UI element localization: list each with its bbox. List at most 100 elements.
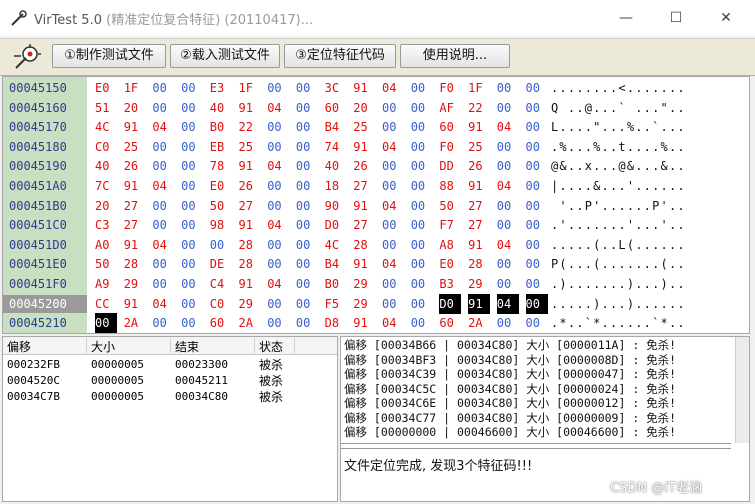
hex-byte[interactable]: 2A — [124, 313, 146, 333]
hex-byte[interactable]: 00 — [526, 274, 548, 294]
hex-byte[interactable]: 25 — [239, 137, 261, 157]
hex-byte[interactable]: 00 — [181, 254, 203, 274]
results-row[interactable]: 00034C7B 00000005 00034C80 被杀 — [3, 389, 337, 405]
column-header-end[interactable]: 结束 — [171, 338, 255, 354]
hex-byte[interactable]: 60 — [439, 117, 461, 137]
hex-byte[interactable]: 00 — [526, 235, 548, 255]
hex-byte[interactable]: 04 — [382, 313, 404, 333]
hex-byte[interactable]: 04 — [382, 196, 404, 216]
hex-byte[interactable]: 00 — [181, 176, 203, 196]
hex-byte[interactable]: 91 — [124, 176, 146, 196]
hex-byte[interactable]: F0 — [439, 137, 461, 157]
hex-byte[interactable]: 3C — [325, 78, 347, 98]
hex-row[interactable]: 000451B0 20 27 00 00 50 27 00 00 90 91 04 00 50 27 00 00… — [3, 196, 749, 216]
hex-byte[interactable]: 90 — [325, 196, 347, 216]
hex-byte[interactable]: 00 — [296, 254, 318, 274]
hex-row[interactable]: 00045210 00 2A 00 00 60 2A 00 00 D8 91 04 00 60 2A 00 00… — [3, 313, 749, 333]
hex-byte[interactable]: 04 — [152, 235, 174, 255]
locate-signature-button[interactable]: ③定位特征代码 — [284, 44, 396, 68]
hex-byte[interactable]: 00 — [181, 196, 203, 216]
hex-byte[interactable]: 04 — [497, 176, 519, 196]
hex-byte[interactable]: A9 — [95, 274, 117, 294]
hex-byte[interactable]: 00 — [526, 215, 548, 235]
hex-byte[interactable]: 00 — [497, 156, 519, 176]
hex-byte[interactable]: 00 — [411, 196, 433, 216]
hex-byte[interactable]: AF — [439, 98, 461, 118]
log-scrollbar[interactable] — [735, 337, 749, 443]
hex-byte[interactable]: 28 — [124, 254, 146, 274]
hex-row[interactable]: 000451A0 7C 91 04 00 E0 26 00 00 18 27 00 00 88 91 04 00… — [3, 176, 749, 196]
hex-byte[interactable]: E0 — [95, 78, 117, 98]
hex-byte[interactable]: 00 — [411, 254, 433, 274]
hex-byte[interactable]: 00 — [296, 294, 318, 314]
hex-byte[interactable]: 74 — [325, 137, 347, 157]
hex-byte[interactable]: C4 — [210, 274, 232, 294]
hex-byte[interactable]: 29 — [353, 274, 375, 294]
hex-byte[interactable]: 00 — [382, 117, 404, 137]
make-test-file-button[interactable]: ①制作测试文件 — [52, 44, 166, 68]
hex-byte[interactable]: 00 — [497, 196, 519, 216]
hex-byte[interactable]: 51 — [95, 98, 117, 118]
hex-byte[interactable]: 00 — [497, 274, 519, 294]
hex-byte[interactable]: 91 — [124, 294, 146, 314]
hex-byte[interactable]: 91 — [124, 117, 146, 137]
hex-row[interactable]: 000451D0 A0 91 04 00 00 28 00 00 4C 28 00 00 A8 91 04 00… — [3, 235, 749, 255]
hex-byte[interactable]: A8 — [439, 235, 461, 255]
hex-byte[interactable]: 60 — [210, 313, 232, 333]
hex-byte[interactable]: 00 — [181, 294, 203, 314]
hex-byte[interactable]: 27 — [239, 196, 261, 216]
hex-byte[interactable]: 26 — [468, 156, 490, 176]
hex-byte[interactable]: 00 — [382, 156, 404, 176]
hex-byte[interactable]: 00 — [526, 78, 548, 98]
hex-byte[interactable]: 00 — [267, 78, 289, 98]
hex-byte[interactable]: 04 — [382, 137, 404, 157]
hex-byte[interactable]: 00 — [411, 156, 433, 176]
hex-byte[interactable]: 88 — [439, 176, 461, 196]
hex-byte[interactable]: 26 — [239, 176, 261, 196]
hex-byte[interactable]: 4C — [325, 235, 347, 255]
hex-byte[interactable]: 20 — [124, 98, 146, 118]
hex-byte[interactable]: 00 — [411, 294, 433, 314]
hex-byte[interactable]: 04 — [497, 235, 519, 255]
hex-byte[interactable]: 00 — [267, 117, 289, 137]
hex-byte[interactable]: 60 — [439, 313, 461, 333]
hex-byte[interactable]: 00 — [181, 313, 203, 333]
hex-byte[interactable]: 00 — [525, 293, 548, 314]
hex-byte[interactable]: 00 — [497, 215, 519, 235]
hex-byte[interactable]: D0 — [325, 215, 347, 235]
hex-byte[interactable]: 00 — [296, 98, 318, 118]
hex-byte[interactable]: 91 — [353, 313, 375, 333]
hex-byte[interactable]: 00 — [296, 176, 318, 196]
hex-byte[interactable]: 27 — [468, 215, 490, 235]
column-header-status[interactable]: 状态 — [255, 338, 295, 354]
hex-byte[interactable]: 00 — [411, 313, 433, 333]
hex-byte[interactable]: 00 — [181, 117, 203, 137]
hex-byte[interactable]: 1F — [124, 78, 146, 98]
hex-byte[interactable]: 00 — [181, 274, 203, 294]
hex-byte[interactable]: B4 — [325, 254, 347, 274]
hex-byte[interactable]: 00 — [497, 254, 519, 274]
hex-byte[interactable]: 91 — [468, 293, 491, 314]
hex-byte[interactable]: 00 — [497, 313, 519, 333]
hex-byte[interactable]: 00 — [152, 274, 174, 294]
hex-byte[interactable]: 00 — [411, 274, 433, 294]
hex-byte[interactable]: 27 — [124, 215, 146, 235]
hex-row[interactable]: 00045200 CC 91 04 00 C0 29 00 00 F5 29 00 00 D0 91 04 00… — [3, 293, 749, 314]
hex-byte[interactable]: 91 — [239, 215, 261, 235]
hex-byte[interactable]: 04 — [267, 274, 289, 294]
hex-byte[interactable]: 27 — [468, 196, 490, 216]
hex-byte[interactable]: 29 — [353, 294, 375, 314]
hex-byte[interactable]: 40 — [325, 156, 347, 176]
hex-byte[interactable]: 00 — [497, 137, 519, 157]
hex-byte[interactable]: 00 — [296, 137, 318, 157]
hex-byte[interactable]: 91 — [468, 117, 490, 137]
hex-byte[interactable]: 18 — [325, 176, 347, 196]
hex-byte[interactable]: 91 — [468, 235, 490, 255]
hex-byte[interactable]: 00 — [181, 215, 203, 235]
hex-byte[interactable]: 28 — [353, 235, 375, 255]
hex-byte[interactable]: DD — [439, 156, 461, 176]
hex-byte[interactable]: D8 — [325, 313, 347, 333]
hex-byte[interactable]: 00 — [411, 117, 433, 137]
minimize-button[interactable]: — — [612, 6, 640, 30]
hex-byte[interactable]: 91 — [353, 78, 375, 98]
